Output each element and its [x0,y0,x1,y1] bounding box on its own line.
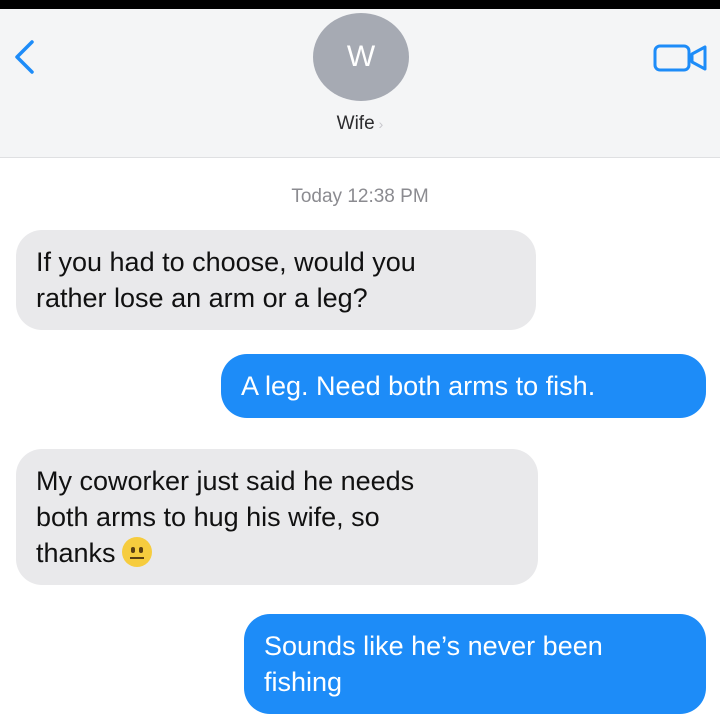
message-line: fishing [264,667,343,697]
message-bubble-incoming[interactable]: My coworker just said he needs both arms… [16,449,538,585]
avatar-initial: W [346,40,376,73]
message-line: rather lose an arm or a leg? [36,283,368,313]
message-bubble-incoming[interactable]: If you had to choose, would you rather l… [16,230,536,330]
message-line: A leg. Need both arms to fish. [241,371,596,401]
message-bubble-outgoing[interactable]: Sounds like he’s never been fishing [244,614,706,714]
contact-name-label: Wife [336,113,375,134]
message-line: Sounds like he’s never been [264,631,603,661]
chevron-right-icon: › [378,116,384,132]
message-line-text: thanks [36,538,116,568]
message-timestamp: Today 12:38 PM [291,186,429,207]
chevron-left-icon [15,40,34,74]
message-line: My coworker just said he needs [36,466,415,496]
contact-name[interactable]: Wife › [0,113,720,135]
message-bubble-outgoing[interactable]: A leg. Need both arms to fish. [221,354,706,418]
conversation-header: W Wife › [0,9,720,158]
message-line: If you had to choose, would you [36,247,416,277]
message-line: both arms to hug his wife, so [36,502,380,532]
message-line: thanks [36,535,518,571]
back-button[interactable] [10,39,40,75]
contact-avatar[interactable]: W [313,13,409,101]
top-black-strip [0,0,720,9]
neutral-face-emoji-icon [121,537,152,567]
video-call-button[interactable] [652,41,710,73]
video-camera-icon [653,44,707,72]
